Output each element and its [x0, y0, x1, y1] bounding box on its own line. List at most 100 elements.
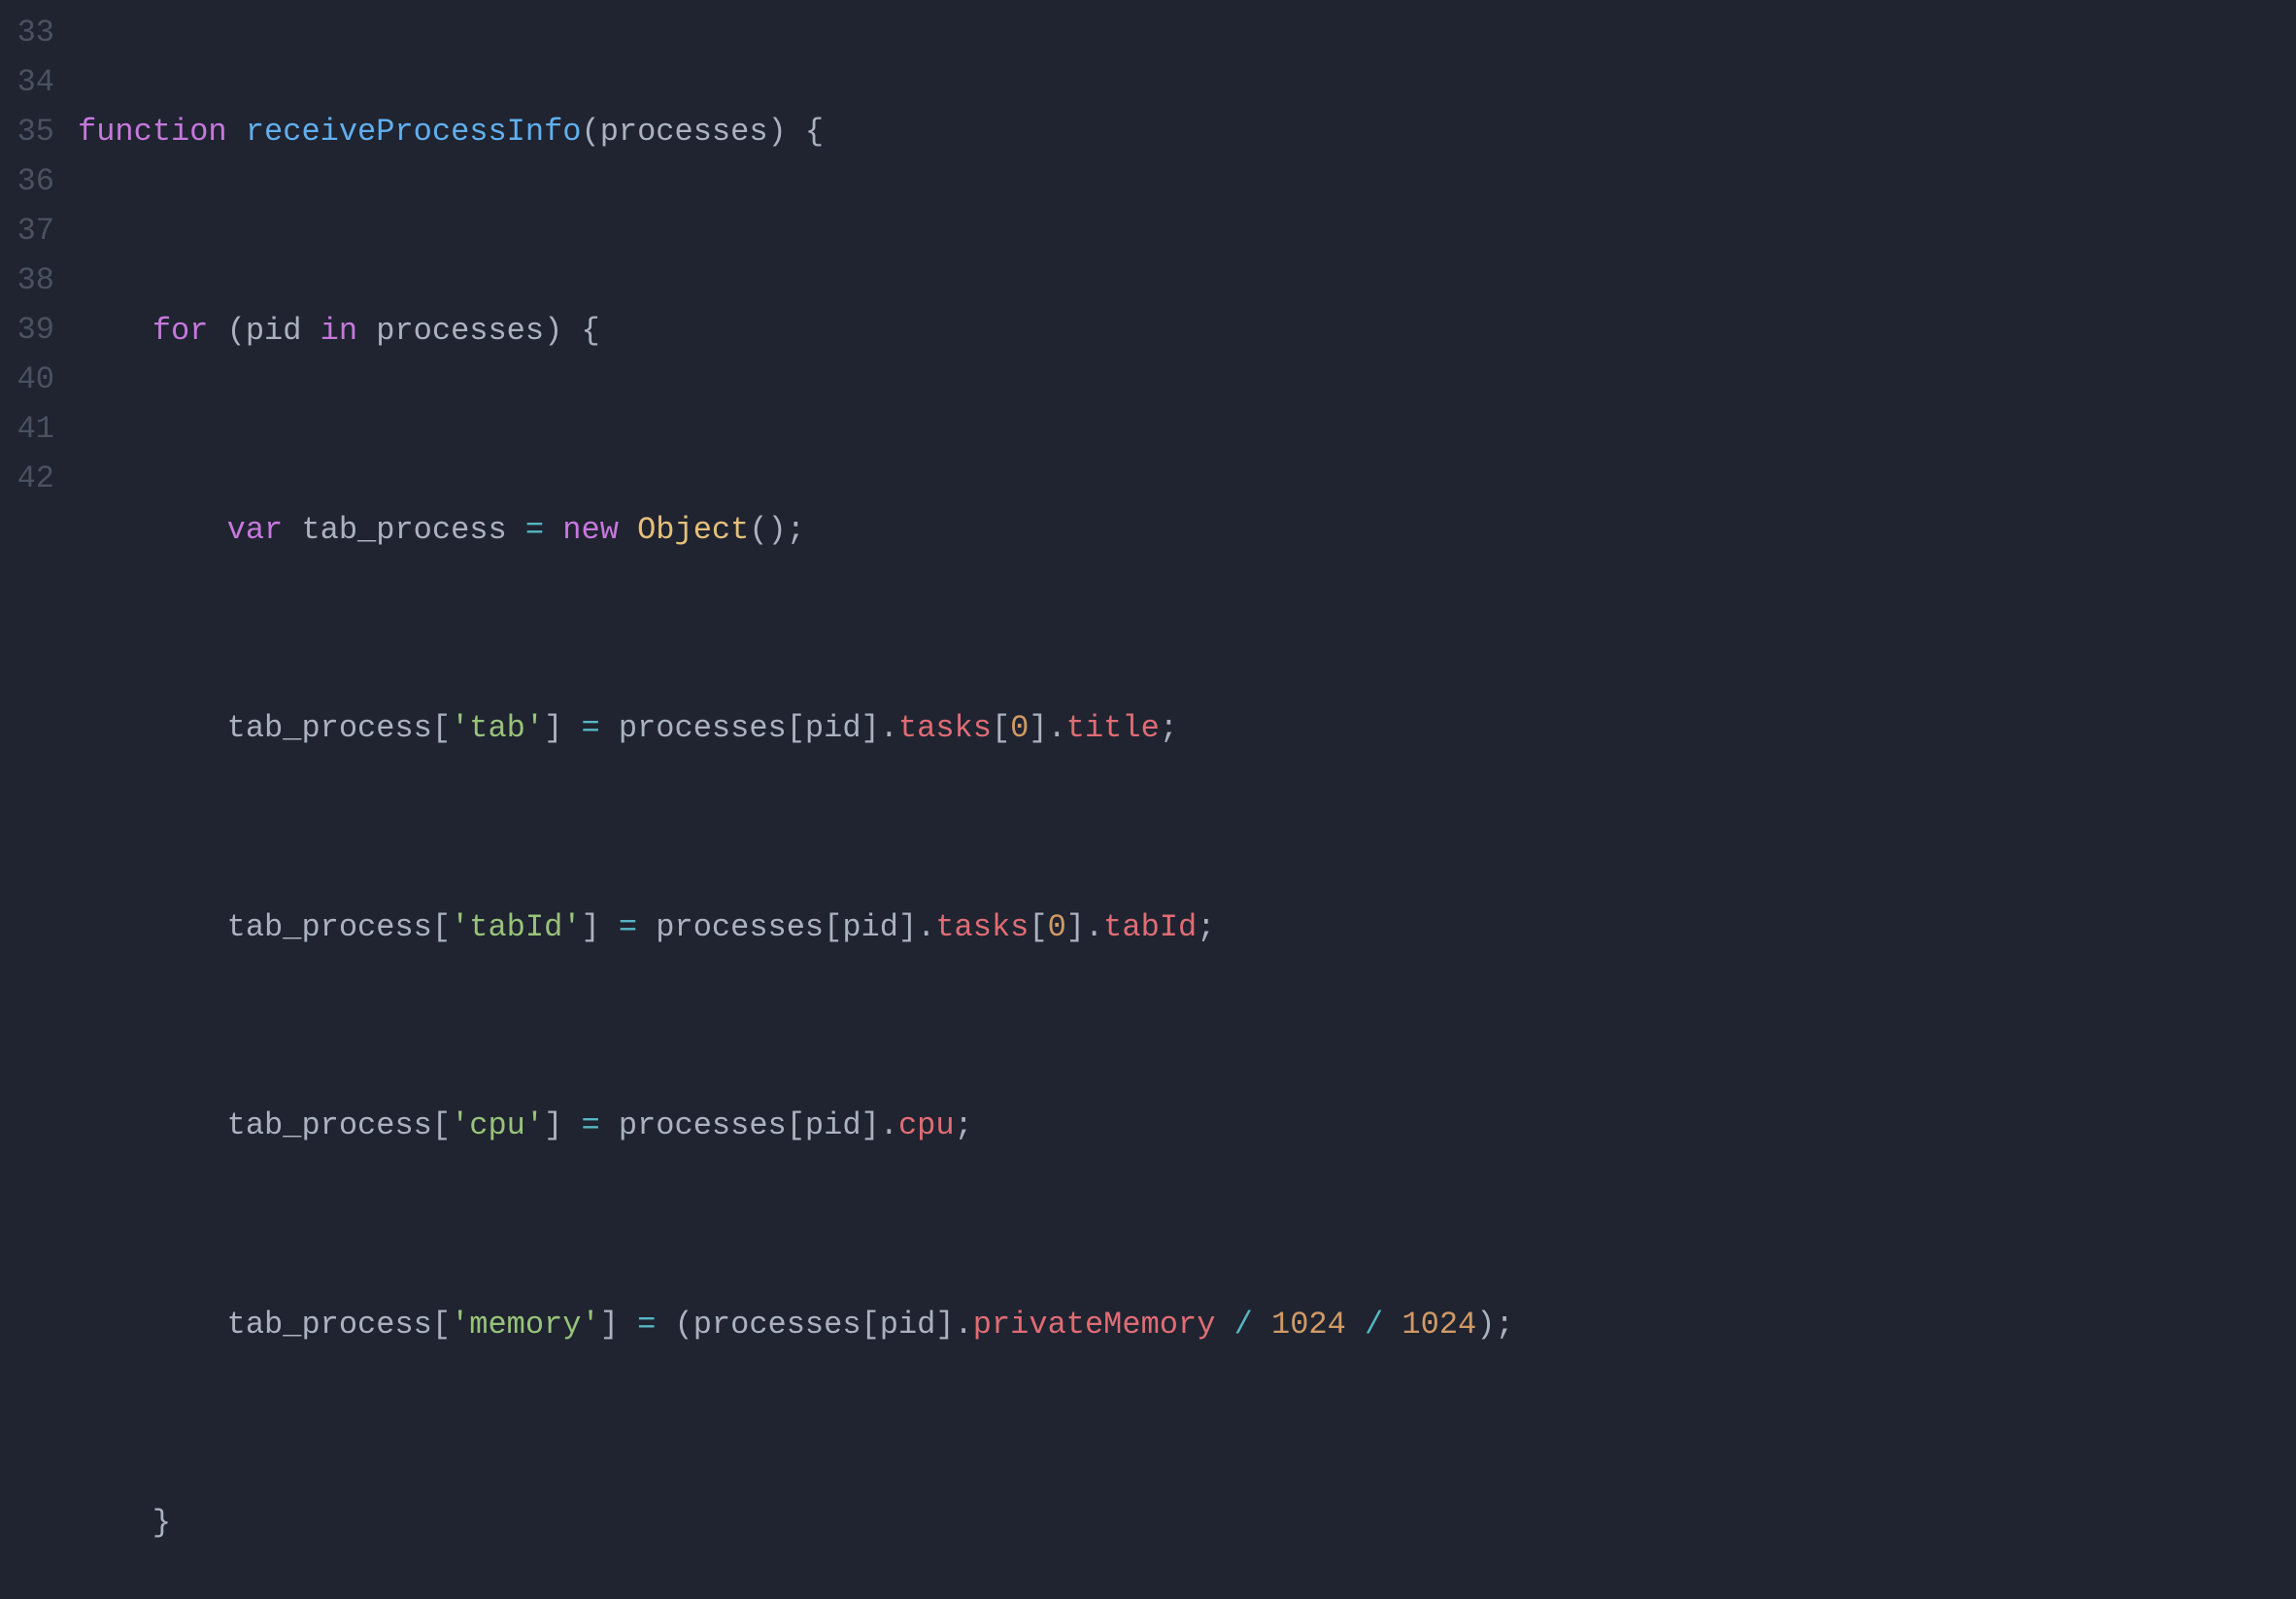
operator-token: /	[1346, 1307, 1402, 1343]
punct-token: )	[1476, 1307, 1495, 1343]
whitespace-token	[78, 1307, 227, 1343]
keyword-token: for	[152, 313, 209, 349]
punct-token: (	[675, 1307, 693, 1343]
punct-token: [	[992, 710, 1010, 746]
variable-token: processes	[656, 909, 824, 945]
operator-token: /	[1215, 1307, 1271, 1343]
whitespace-token	[78, 1107, 227, 1143]
variable-token: processes	[619, 710, 787, 746]
punct-token: [	[432, 1107, 451, 1143]
punct-token: .	[1085, 909, 1103, 945]
punct-token: {	[787, 114, 824, 150]
whitespace-token	[78, 909, 227, 945]
punct-token: ]	[935, 1307, 954, 1343]
line-number: 34	[0, 57, 54, 107]
punct-token: ;	[1160, 710, 1178, 746]
punct-token: [	[861, 1307, 880, 1343]
operator-token: =	[507, 512, 563, 548]
line-number: 36	[0, 156, 54, 206]
code-line: }	[78, 1498, 2296, 1548]
punct-token: [	[432, 909, 451, 945]
string-token: 'cpu'	[451, 1107, 544, 1143]
variable-token: pid	[805, 1107, 861, 1143]
line-number-gutter: 33 34 35 36 37 38 39 40 41 42	[0, 8, 78, 1599]
line-number: 33	[0, 8, 54, 57]
whitespace-token	[301, 313, 320, 349]
punct-token: }	[152, 1505, 171, 1541]
variable-token: tab_process	[301, 512, 506, 548]
punct-token: [	[824, 909, 842, 945]
punct-token: ]	[898, 909, 917, 945]
punct-token: (	[581, 114, 599, 150]
number-token: 0	[1010, 710, 1029, 746]
variable-token: pid	[842, 909, 898, 945]
punct-token: (	[749, 512, 767, 548]
line-number: 40	[0, 355, 54, 404]
line-number: 35	[0, 107, 54, 156]
string-token: 'tabId'	[451, 909, 581, 945]
property-token: privateMemory	[973, 1307, 1216, 1343]
punct-token: ]	[861, 710, 880, 746]
punct-token: ]	[600, 1307, 619, 1343]
property-token: tabId	[1103, 909, 1197, 945]
variable-token: tab_process	[227, 710, 432, 746]
punct-token: ;	[1197, 909, 1215, 945]
operator-token: =	[619, 1307, 675, 1343]
punct-token: [	[432, 710, 451, 746]
number-token: 1024	[1271, 1307, 1346, 1343]
param-token: processes	[600, 114, 768, 150]
string-token: 'memory'	[451, 1307, 600, 1343]
punct-token: .	[1048, 710, 1066, 746]
punct-token: [	[432, 1307, 451, 1343]
line-number: 38	[0, 255, 54, 305]
variable-token: pid	[880, 1307, 936, 1343]
property-token: tasks	[935, 909, 1029, 945]
punct-token: {	[562, 313, 599, 349]
keyword-token: function	[78, 114, 227, 150]
variable-token: processes	[376, 313, 544, 349]
punct-token: [	[787, 1107, 805, 1143]
line-number: 41	[0, 404, 54, 454]
punct-token: ]	[544, 1107, 562, 1143]
code-line: for (pid in processes) {	[78, 306, 2296, 356]
line-number: 37	[0, 206, 54, 255]
punct-token: (	[227, 313, 246, 349]
punct-token: ;	[1495, 1307, 1513, 1343]
whitespace-token	[78, 512, 227, 548]
punct-token: .	[955, 1307, 973, 1343]
keyword-token: new	[562, 512, 619, 548]
punct-token: [	[1029, 909, 1047, 945]
property-token: tasks	[898, 710, 992, 746]
code-line: tab_process['memory'] = (processes[pid].…	[78, 1300, 2296, 1349]
punct-token: )	[768, 114, 787, 150]
variable-token: processes	[619, 1107, 787, 1143]
punct-token: [	[787, 710, 805, 746]
whitespace-token	[357, 313, 376, 349]
code-line: var tab_process = new Object();	[78, 505, 2296, 555]
code-line: function receiveProcessInfo(processes) {	[78, 107, 2296, 156]
punct-token: )	[768, 512, 787, 548]
keyword-token: var	[227, 512, 284, 548]
punct-token: ]	[861, 1107, 880, 1143]
code-line: tab_process['cpu'] = processes[pid].cpu;	[78, 1101, 2296, 1150]
variable-token: tab_process	[227, 909, 432, 945]
punct-token: ]	[1029, 710, 1047, 746]
code-content[interactable]: function receiveProcessInfo(processes) {…	[78, 8, 2296, 1599]
operator-token: =	[562, 710, 619, 746]
whitespace-token	[78, 710, 227, 746]
number-token: 1024	[1401, 1307, 1476, 1343]
variable-token: tab_process	[227, 1307, 432, 1343]
whitespace-token	[619, 512, 637, 548]
variable-token: processes	[693, 1307, 861, 1343]
function-name-token: receiveProcessInfo	[246, 114, 582, 150]
property-token: cpu	[898, 1107, 955, 1143]
code-line: tab_process['tabId'] = processes[pid].ta…	[78, 902, 2296, 952]
whitespace-token	[78, 313, 152, 349]
punct-token: .	[880, 1107, 898, 1143]
punct-token: ]	[581, 909, 599, 945]
line-number: 39	[0, 305, 54, 355]
punct-token: ]	[1066, 909, 1085, 945]
operator-token: =	[562, 1107, 619, 1143]
variable-token: pid	[805, 710, 861, 746]
code-editor[interactable]: 33 34 35 36 37 38 39 40 41 42 function r…	[0, 8, 2296, 1599]
